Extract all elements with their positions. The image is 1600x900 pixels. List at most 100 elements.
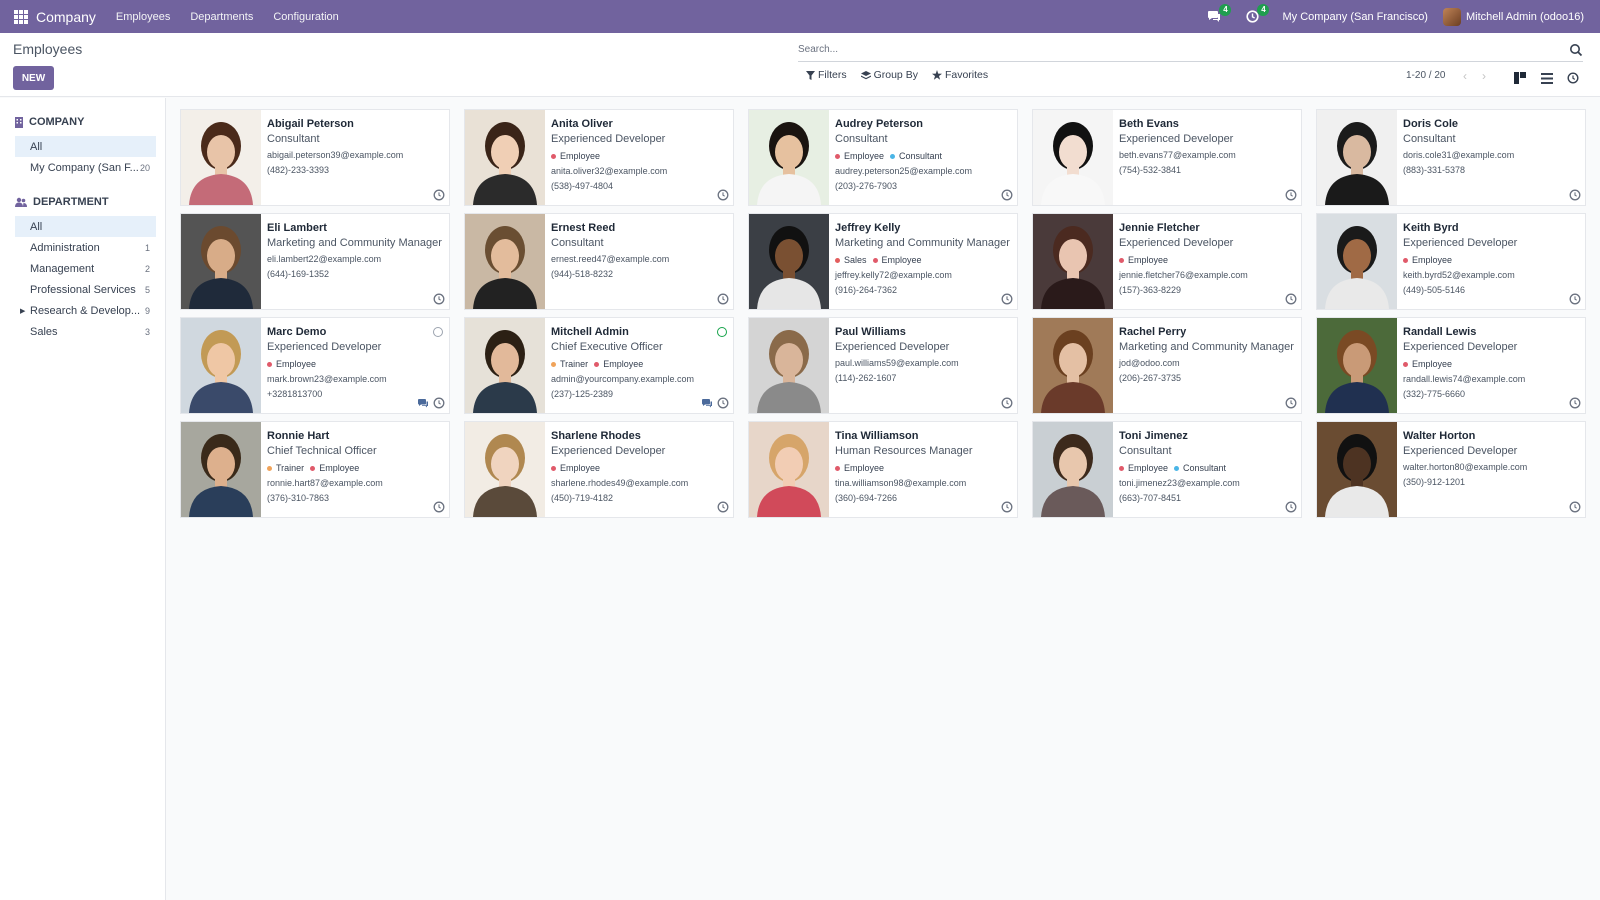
employee-tags: Employee bbox=[1403, 253, 1579, 267]
employee-job-title: Human Resources Manager bbox=[835, 445, 973, 457]
activity-clock-icon[interactable] bbox=[1285, 189, 1297, 201]
filters-button[interactable]: Filters bbox=[806, 69, 847, 81]
company-filter-all[interactable]: All bbox=[15, 136, 156, 157]
department-filter-all[interactable]: All bbox=[15, 216, 156, 237]
search-input[interactable] bbox=[798, 44, 1569, 55]
employee-card[interactable]: Jennie Fletcher Experienced Developer Empl… bbox=[1032, 213, 1302, 310]
employee-card[interactable]: Abigail Peterson Consultant abigail.peters… bbox=[180, 109, 450, 206]
kanban-view-icon[interactable] bbox=[1513, 71, 1527, 85]
employee-name: Jennie Fletcher bbox=[1119, 222, 1200, 234]
list-view-icon[interactable] bbox=[1540, 71, 1554, 85]
activity-clock-icon[interactable] bbox=[433, 501, 445, 513]
employee-card[interactable]: Doris Cole Consultant doris.cole31@example… bbox=[1316, 109, 1586, 206]
activity-clock-icon[interactable] bbox=[1001, 189, 1013, 201]
activity-clock-icon[interactable] bbox=[1569, 501, 1581, 513]
employee-tag-label: Employee bbox=[881, 255, 922, 265]
activity-clock-icon[interactable] bbox=[1285, 501, 1297, 513]
employee-email: walter.horton80@example.com bbox=[1403, 462, 1528, 472]
employee-card[interactable]: Ernest Reed Consultant ernest.reed47@examp… bbox=[464, 213, 734, 310]
employee-tag-label: Employee bbox=[844, 463, 885, 473]
chat-icon[interactable] bbox=[701, 397, 713, 409]
employee-card[interactable]: Ronnie Hart Chief Technical Officer Traine… bbox=[180, 421, 450, 518]
department-filter-administration[interactable]: Administration 1 bbox=[15, 237, 156, 258]
filter-icon bbox=[806, 70, 815, 80]
activity-clock-icon[interactable] bbox=[1569, 189, 1581, 201]
employee-card[interactable]: Rachel Perry Marketing and Community Mana… bbox=[1032, 317, 1302, 414]
menu-employees[interactable]: Employees bbox=[116, 11, 170, 23]
favorites-button[interactable]: Favorites bbox=[931, 69, 988, 81]
employee-phone: (916)-264-7362 bbox=[835, 285, 898, 295]
employee-email: tina.williamson98@example.com bbox=[835, 478, 967, 488]
menu-departments[interactable]: Departments bbox=[190, 11, 253, 23]
employee-details: Sharlene Rhodes Experienced Developer Empl… bbox=[551, 429, 727, 517]
page-title[interactable]: Employees bbox=[13, 41, 82, 57]
employee-card[interactable]: Mitchell Admin Chief Executive Officer Tra… bbox=[464, 317, 734, 414]
activity-clock-icon[interactable] bbox=[717, 189, 729, 201]
new-button[interactable]: NEW bbox=[13, 66, 54, 90]
department-filter-count: 3 bbox=[144, 326, 150, 337]
activity-clock-icon[interactable] bbox=[1285, 397, 1297, 409]
employee-card[interactable]: Eli Lambert Marketing and Community Manag… bbox=[180, 213, 450, 310]
department-filter-sales[interactable]: Sales 3 bbox=[15, 321, 156, 342]
expand-caret-icon[interactable]: ▶ bbox=[20, 307, 25, 315]
activity-clock-icon[interactable] bbox=[717, 293, 729, 305]
activity-clock-icon[interactable] bbox=[1569, 293, 1581, 305]
employee-card[interactable]: Randall Lewis Experienced Developer Employ… bbox=[1316, 317, 1586, 414]
employee-photo bbox=[1317, 214, 1397, 309]
employee-card[interactable]: Toni Jimenez Consultant Employee Consultant… bbox=[1032, 421, 1302, 518]
employee-job-title: Consultant bbox=[1119, 445, 1172, 457]
activity-view-icon[interactable] bbox=[1566, 71, 1580, 85]
department-filter-management[interactable]: Management 2 bbox=[15, 258, 156, 279]
employee-email: admin@yourcompany.example.com bbox=[551, 374, 695, 384]
employee-card[interactable]: Walter Horton Experienced Developer walter… bbox=[1316, 421, 1586, 518]
activities-button[interactable]: 4 bbox=[1244, 3, 1270, 25]
employee-tag-label: Employee bbox=[603, 359, 644, 369]
pager-next-icon[interactable]: › bbox=[1482, 69, 1486, 83]
activity-clock-icon[interactable] bbox=[1001, 293, 1013, 305]
activity-clock-icon[interactable] bbox=[433, 189, 445, 201]
department-filter-research[interactable]: ▶ Research & Develop... 9 bbox=[15, 300, 156, 321]
employee-name: Eli Lambert bbox=[267, 222, 327, 234]
activity-clock-icon[interactable] bbox=[1001, 501, 1013, 513]
search-icon[interactable] bbox=[1569, 43, 1583, 57]
group-by-button[interactable]: Group By bbox=[860, 69, 918, 81]
user-menu[interactable]: Mitchell Admin (odoo16) bbox=[1442, 7, 1584, 26]
employee-tag-label: Employee bbox=[319, 463, 360, 473]
activity-clock-icon[interactable] bbox=[1285, 293, 1297, 305]
employee-tag-label: Trainer bbox=[560, 359, 589, 369]
tag-color-dot-icon bbox=[551, 465, 556, 471]
employee-card[interactable]: Keith Byrd Experienced Developer Employee k… bbox=[1316, 213, 1586, 310]
activity-clock-icon[interactable] bbox=[433, 397, 445, 409]
employee-card[interactable]: Paul Williams Experienced Developer paul.w… bbox=[748, 317, 1018, 414]
company-switcher[interactable]: My Company (San Francisco) bbox=[1282, 11, 1428, 23]
users-icon bbox=[15, 197, 27, 207]
activity-clock-icon[interactable] bbox=[717, 397, 729, 409]
messages-button[interactable]: 4 bbox=[1206, 3, 1232, 25]
company-filter-my-company[interactable]: My Company (San F... 20 bbox=[15, 157, 156, 178]
employee-card[interactable]: Tina Williamson Human Resources Manager Em… bbox=[748, 421, 1018, 518]
pager-previous-icon[interactable]: ‹ bbox=[1463, 69, 1467, 83]
employee-card[interactable]: Beth Evans Experienced Developer beth.evan… bbox=[1032, 109, 1302, 206]
activity-clock-icon[interactable] bbox=[717, 501, 729, 513]
employee-details: Abigail Peterson Consultant abigail.peters… bbox=[267, 117, 443, 205]
employee-tag: Employee bbox=[835, 149, 884, 163]
activity-clock-icon[interactable] bbox=[1569, 397, 1581, 409]
employee-card[interactable]: Marc Demo Experienced Developer Employee ma… bbox=[180, 317, 450, 414]
employee-card[interactable]: Anita Oliver Experienced Developer Employe… bbox=[464, 109, 734, 206]
employee-email: toni.jimenez23@example.com bbox=[1119, 478, 1240, 488]
employee-email: randall.lewis74@example.com bbox=[1403, 374, 1526, 384]
employee-card[interactable]: Jeffrey Kelly Marketing and Community Man… bbox=[748, 213, 1018, 310]
department-filter-professional-services[interactable]: Professional Services 5 bbox=[15, 279, 156, 300]
app-menu-icon[interactable] bbox=[14, 9, 28, 24]
employee-tag: Employee bbox=[1119, 253, 1168, 267]
pager-value[interactable]: 1-20 / 20 bbox=[1406, 70, 1445, 81]
activity-clock-icon[interactable] bbox=[433, 293, 445, 305]
chat-icon[interactable] bbox=[417, 397, 429, 409]
employee-details: Audrey Peterson Consultant Employee Consult… bbox=[835, 117, 1011, 205]
employee-card[interactable]: Audrey Peterson Consultant Employee Consult… bbox=[748, 109, 1018, 206]
activity-clock-icon[interactable] bbox=[1001, 397, 1013, 409]
employee-card[interactable]: Sharlene Rhodes Experienced Developer Empl… bbox=[464, 421, 734, 518]
app-brand[interactable]: Company bbox=[36, 9, 96, 25]
menu-configuration[interactable]: Configuration bbox=[273, 11, 338, 23]
employee-email: beth.evans77@example.com bbox=[1119, 150, 1236, 160]
